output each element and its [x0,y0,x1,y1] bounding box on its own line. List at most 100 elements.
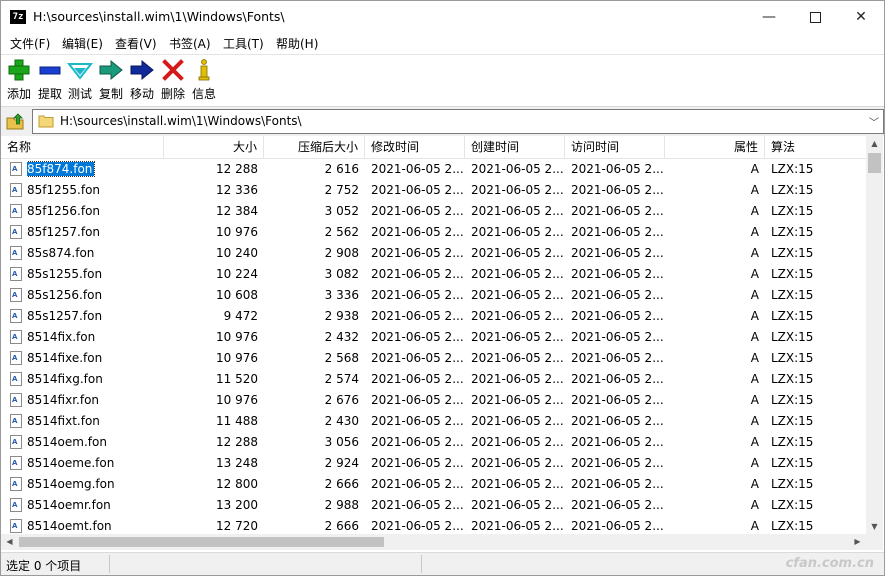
cell-attr: A [750,372,759,386]
cell-attr: A [750,435,759,449]
menu-bookmarks[interactable]: 书签(A) [169,35,211,52]
minimize-button[interactable]: — [746,1,792,33]
add-button[interactable]: 添加 [5,58,33,102]
file-name[interactable]: 8514oemr.fon [27,495,162,516]
cell-packed: 3 052 [324,204,359,218]
table-row[interactable]: 8514fixr.fon 10 976 2 676 2021-06-05 2... 20… [1,390,866,411]
file-name[interactable]: 8514oem.fon [27,432,162,453]
file-name[interactable]: 8514oemg.fon [27,474,162,495]
test-button[interactable]: 测试 [66,58,94,102]
file-name[interactable]: 85s874.fon [27,243,162,264]
column-header-packed[interactable]: 压缩后大小 [264,136,365,158]
cell-modified: 2021-06-05 2... [371,372,463,386]
cell-accessed: 2021-06-05 2... [571,204,663,218]
cell-created: 2021-06-05 2... [471,435,563,449]
file-name[interactable]: 85s1255.fon [27,264,162,285]
cell-size: 13 248 [216,456,258,470]
menu-help[interactable]: 帮助(H) [276,35,318,52]
horizontal-scrollbar[interactable]: ◀ ▶ [1,534,866,550]
table-row[interactable]: 85s1257.fon 9 472 2 938 2021-06-05 2... 2021… [1,306,866,327]
cell-modified: 2021-06-05 2... [371,183,463,197]
column-header-method[interactable]: 算法 [765,136,866,158]
table-row[interactable]: 8514oem.fon 12 288 3 056 2021-06-05 2... 202… [1,432,866,453]
table-row[interactable]: 8514oemr.fon 13 200 2 988 2021-06-05 2... 20… [1,495,866,516]
scroll-left-icon[interactable]: ◀ [1,534,18,550]
file-name[interactable]: 8514oemt.fon [27,516,162,534]
file-name[interactable]: 8514fixe.fon [27,348,162,369]
vertical-scrollbar[interactable]: ▲ ▼ [866,136,883,535]
scroll-right-icon[interactable]: ▶ [849,534,866,550]
move-button[interactable]: 移动 [128,58,156,102]
folder-up-icon [6,113,24,130]
column-header-created[interactable]: 创建时间 [465,136,565,158]
cell-accessed: 2021-06-05 2... [571,183,663,197]
copy-button[interactable]: 复制 [97,58,125,102]
column-header-modified[interactable]: 修改时间 [365,136,465,158]
column-header-attributes[interactable]: 属性 [665,136,765,158]
file-name[interactable]: 85f1256.fon [27,201,162,222]
cell-method: LZX:15 [771,246,814,260]
cell-size: 9 472 [223,309,258,323]
vertical-scroll-thumb[interactable] [868,153,881,173]
file-name[interactable]: 8514fixt.fon [27,411,162,432]
scroll-down-icon[interactable]: ▼ [866,519,883,535]
font-file-icon [10,246,22,260]
cell-accessed: 2021-06-05 2... [571,162,663,176]
table-row[interactable]: 85s1255.fon 10 224 3 082 2021-06-05 2... 202… [1,264,866,285]
cell-method: LZX:15 [771,435,814,449]
cell-accessed: 2021-06-05 2... [571,372,663,386]
test-label: 测试 [67,87,92,101]
file-name[interactable]: 85s1256.fon [27,285,162,306]
file-name[interactable]: 8514fixr.fon [27,390,162,411]
cell-attr: A [750,456,759,470]
maximize-button[interactable] [792,1,838,33]
selected-file-name[interactable]: 85f874.fon [27,161,96,177]
cell-modified: 2021-06-05 2... [371,351,463,365]
column-header-accessed[interactable]: 访问时间 [565,136,665,158]
cell-modified: 2021-06-05 2... [371,498,463,512]
table-row[interactable]: 85f874.fon 12 288 2 616 2021-06-05 2... 2021… [1,159,866,180]
cell-method: LZX:15 [771,183,814,197]
table-row[interactable]: 8514fixt.fon 11 488 2 430 2021-06-05 2... 20… [1,411,866,432]
file-name[interactable]: 85s1257.fon [27,306,162,327]
file-name[interactable]: 85f1257.fon [27,222,162,243]
delete-button[interactable]: 删除 [159,58,187,102]
table-row[interactable]: 85f1256.fon 12 384 3 052 2021-06-05 2... 202… [1,201,866,222]
up-folder-button[interactable] [5,111,27,131]
title-bar: 7z H:\sources\install.wim\1\Windows\Font… [1,1,884,33]
column-header-name[interactable]: 名称 [1,136,164,158]
menu-tools[interactable]: 工具(T) [223,35,264,52]
table-row[interactable]: 85f1257.fon 10 976 2 562 2021-06-05 2... 202… [1,222,866,243]
cell-size: 10 976 [216,351,258,365]
column-header-size[interactable]: 大小 [164,136,264,158]
menu-view[interactable]: 查看(V) [115,35,157,52]
table-row[interactable]: 8514oemg.fon 12 800 2 666 2021-06-05 2... 20… [1,474,866,495]
info-button[interactable]: 信息 [190,58,218,102]
cell-modified: 2021-06-05 2... [371,330,463,344]
file-name[interactable]: 8514oeme.fon [27,453,162,474]
file-name[interactable]: 85f874.fon [27,159,162,180]
table-row[interactable]: 85s1256.fon 10 608 3 336 2021-06-05 2... 202… [1,285,866,306]
table-row[interactable]: 8514oemt.fon 12 720 2 666 2021-06-05 2... 20… [1,516,866,534]
table-row[interactable]: 85s874.fon 10 240 2 908 2021-06-05 2... 2021… [1,243,866,264]
file-name[interactable]: 85f1255.fon [27,180,162,201]
table-row[interactable]: 8514fix.fon 10 976 2 432 2021-06-05 2... 202… [1,327,866,348]
font-file-icon [10,372,22,386]
file-name[interactable]: 8514fix.fon [27,327,162,348]
extract-label: 提取 [37,87,62,101]
close-button[interactable]: ✕ [838,1,884,33]
chevron-down-icon[interactable]: ﹀ [869,114,879,129]
table-row[interactable]: 8514fixe.fon 10 976 2 568 2021-06-05 2... 20… [1,348,866,369]
menu-edit[interactable]: 编辑(E) [62,35,103,52]
address-bar[interactable]: H:\sources\install.wim\1\Windows\Fonts\ … [32,109,884,134]
cell-created: 2021-06-05 2... [471,351,563,365]
scroll-up-icon[interactable]: ▲ [866,136,883,152]
table-row[interactable]: 8514oeme.fon 13 248 2 924 2021-06-05 2... 20… [1,453,866,474]
menu-file[interactable]: 文件(F) [10,35,50,52]
extract-button[interactable]: 提取 [36,58,64,102]
table-row[interactable]: 8514fixg.fon 11 520 2 574 2021-06-05 2... 20… [1,369,866,390]
cell-packed: 2 908 [324,246,359,260]
horizontal-scroll-thumb[interactable] [19,537,384,547]
table-row[interactable]: 85f1255.fon 12 336 2 752 2021-06-05 2... 202… [1,180,866,201]
file-name[interactable]: 8514fixg.fon [27,369,162,390]
